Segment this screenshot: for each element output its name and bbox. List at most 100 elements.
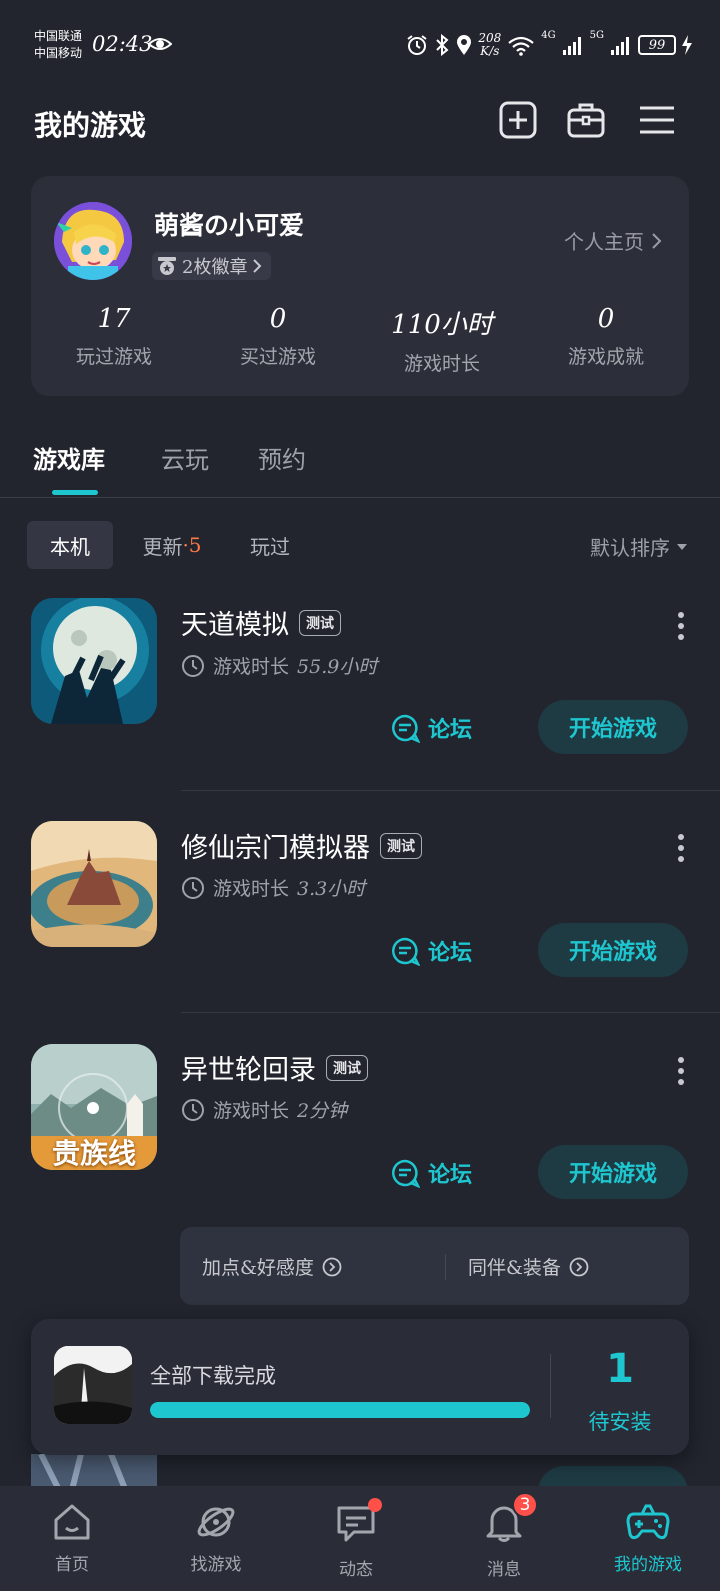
medal-icon xyxy=(158,257,176,275)
download-progress-fill xyxy=(150,1402,530,1418)
forum-button[interactable]: 论坛 xyxy=(390,1157,472,1189)
toolbox-icon[interactable] xyxy=(566,100,606,140)
row-divider xyxy=(181,790,720,791)
network-type-2: 5G xyxy=(589,30,604,41)
stat-value: 0 xyxy=(597,304,615,334)
forum-button[interactable]: 论坛 xyxy=(390,935,472,967)
add-icon[interactable] xyxy=(498,100,538,140)
download-separator xyxy=(550,1354,551,1418)
bluetooth-icon xyxy=(436,34,449,56)
play-time-value: 3.3小时 xyxy=(297,878,366,900)
carrier-1: 中国联通 xyxy=(34,29,83,43)
stat-value: 0 xyxy=(269,304,287,334)
stat-bought-games[interactable]: 0 买过游戏 xyxy=(198,304,358,369)
caret-down-icon xyxy=(677,543,687,550)
tab-cloud-play[interactable]: 云玩 xyxy=(161,440,209,475)
badges-label: 2枚徽章 xyxy=(182,257,248,278)
play-time-value: 2分钟 xyxy=(297,1100,348,1122)
message-badge: 3 xyxy=(512,1492,538,1518)
nav-find-games[interactable]: 找游戏 xyxy=(144,1500,288,1575)
subtab-local[interactable]: 本机 xyxy=(27,521,113,569)
avatar[interactable] xyxy=(54,202,132,280)
pending-install-count[interactable]: 1 xyxy=(560,1346,680,1392)
start-game-button[interactable]: 开始游戏 xyxy=(538,923,688,977)
guide-divider xyxy=(445,1254,446,1280)
play-time-label: 游戏时长 xyxy=(213,656,290,678)
game-title[interactable]: 异世轮回录 测试 xyxy=(181,1048,368,1087)
charging-icon xyxy=(682,35,692,55)
subtab-update-label: 更新 xyxy=(142,534,183,559)
nav-messages[interactable]: 3 消息 xyxy=(432,1492,576,1580)
forum-icon xyxy=(392,714,420,743)
more-options-icon[interactable] xyxy=(678,612,684,645)
badges-button[interactable]: 2枚徽章 xyxy=(152,252,272,280)
forum-label: 论坛 xyxy=(428,1162,473,1188)
subtab-update[interactable]: 更新 ·5 xyxy=(132,521,212,569)
game-icon[interactable]: 贵族线 xyxy=(31,1044,157,1170)
game-icon-caption: 贵族线 xyxy=(51,1137,136,1170)
nav-label: 找游戏 xyxy=(190,1555,242,1575)
start-game-button[interactable]: 开始游戏 xyxy=(538,700,688,754)
stat-value: 17 xyxy=(97,304,131,334)
sort-label: 默认排序 xyxy=(590,536,670,560)
subtab-played[interactable]: 玩过 xyxy=(232,521,308,569)
forum-button[interactable]: 论坛 xyxy=(390,712,472,744)
more-options-icon[interactable] xyxy=(678,834,684,867)
play-time-label: 游戏时长 xyxy=(213,1100,290,1122)
nav-label: 首页 xyxy=(55,1555,89,1575)
location-icon xyxy=(457,35,472,55)
download-progress-bar xyxy=(150,1402,530,1418)
clock-icon xyxy=(182,876,204,899)
signal-icon-2 xyxy=(611,37,629,55)
arrow-circle-right-icon xyxy=(322,1257,342,1276)
test-tag: 测试 xyxy=(299,609,341,636)
guide-link-companion-equipment[interactable]: 同伴&装备 xyxy=(468,1253,589,1280)
game-name: 修仙宗门模拟器 xyxy=(181,833,370,864)
forum-label: 论坛 xyxy=(428,940,473,966)
game-icon-image xyxy=(31,598,157,724)
nav-feed[interactable]: 动态 xyxy=(284,1498,428,1580)
guide-link-stats-affection[interactable]: 加点&好感度 xyxy=(202,1253,342,1280)
chevron-right-icon xyxy=(652,232,662,249)
game-icon-image xyxy=(54,1346,132,1424)
play-time: 游戏时长 55.9小时 xyxy=(181,652,377,679)
update-count: ·5 xyxy=(182,533,202,557)
stat-play-time[interactable]: 110小时 游戏时长 xyxy=(362,304,522,376)
nav-my-games[interactable]: 我的游戏 xyxy=(576,1500,720,1575)
game-icon[interactable] xyxy=(31,821,157,947)
nav-label: 动态 xyxy=(339,1560,373,1580)
download-status: 全部下载完成 xyxy=(150,1364,276,1388)
tab-game-library[interactable]: 游戏库 xyxy=(33,440,105,475)
sort-dropdown[interactable]: 默认排序 xyxy=(590,532,688,561)
home-icon xyxy=(54,1504,90,1540)
status-icons: 208 K/s 4G 5G 99 xyxy=(406,30,692,60)
more-options-icon[interactable] xyxy=(678,1057,684,1090)
nav-home[interactable]: 首页 xyxy=(0,1500,144,1575)
tab-reservations[interactable]: 预约 xyxy=(258,440,306,475)
test-tag: 测试 xyxy=(380,832,422,859)
game-title[interactable]: 修仙宗门模拟器 测试 xyxy=(181,826,422,865)
profile-homepage-link[interactable]: 个人主页 xyxy=(564,226,662,255)
pending-install-label[interactable]: 待安装 xyxy=(560,1406,680,1436)
play-time-value: 55.9小时 xyxy=(297,656,378,678)
row-divider xyxy=(181,1012,720,1013)
network-type-1: 4G xyxy=(541,30,556,41)
game-title[interactable]: 天道模拟 测试 xyxy=(181,603,341,642)
stat-achievements[interactable]: 0 游戏成就 xyxy=(526,304,686,369)
menu-icon[interactable] xyxy=(637,100,677,140)
page-title: 我的游戏 xyxy=(34,109,147,142)
avatar-image xyxy=(54,202,132,280)
status-time: 02:43 xyxy=(92,32,153,56)
start-game-button[interactable]: 开始游戏 xyxy=(538,1145,688,1199)
game-icon-image xyxy=(31,821,157,947)
guide-link-label: 同伴&装备 xyxy=(468,1257,561,1279)
game-icon[interactable] xyxy=(31,598,157,724)
forum-icon xyxy=(392,1159,420,1188)
battery-indicator: 99 xyxy=(638,35,676,55)
gamepad-icon xyxy=(626,1504,670,1540)
play-time: 游戏时长 3.3小时 xyxy=(181,874,365,901)
chevron-right-icon xyxy=(253,259,262,273)
stat-played-games[interactable]: 17 玩过游戏 xyxy=(34,304,194,369)
tabs-divider xyxy=(0,497,720,498)
carrier-info: 中国联通 中国移动 xyxy=(34,28,82,62)
